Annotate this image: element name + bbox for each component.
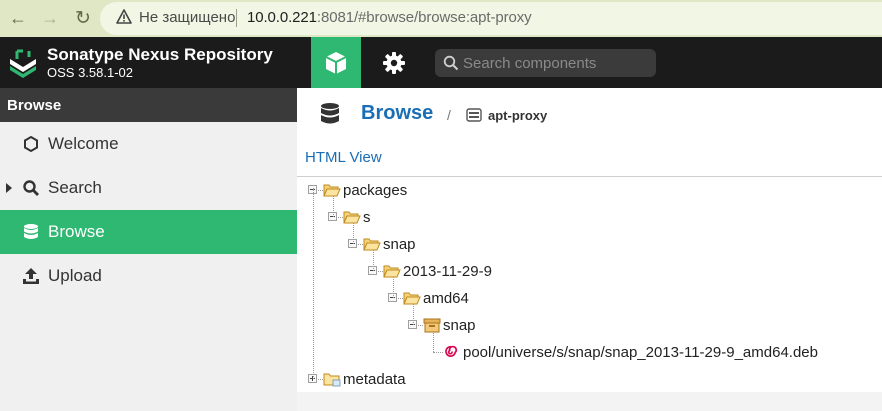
back-arrow-icon[interactable]: ← <box>6 6 30 30</box>
sidebar-item-search[interactable]: Search <box>0 166 297 210</box>
tree-node[interactable]: snap <box>297 234 882 254</box>
search-icon <box>443 55 459 71</box>
tree-node[interactable]: s <box>297 207 882 227</box>
main-panel: Browse / apt-proxy HTML View packages s sn… <box>297 88 882 411</box>
breadcrumb-separator: / <box>447 107 451 123</box>
tree-node-icon <box>343 209 361 230</box>
sidebar-item-label: Browse <box>48 222 105 241</box>
browse-mode-button[interactable] <box>311 37 361 88</box>
sidebar-item-welcome[interactable]: Welcome <box>0 122 297 166</box>
tree-node[interactable]: pool/universe/s/snap/snap_2013-11-29-9_a… <box>297 342 882 362</box>
sidebar-item-browse[interactable]: Browse <box>0 210 297 254</box>
tree-node-label: snap <box>383 236 416 253</box>
folder-icon <box>323 373 341 387</box>
search-box[interactable] <box>435 49 656 77</box>
tree-node[interactable]: 2013-11-29-9 <box>297 261 882 281</box>
tree-node-label: pool/universe/s/snap/snap_2013-11-29-9_a… <box>463 344 818 361</box>
tree-connector-line <box>313 190 314 379</box>
tree-connector-line <box>433 331 434 352</box>
cube-icon <box>325 51 347 74</box>
repository-icon <box>466 108 482 122</box>
tree-node[interactable]: metadata <box>297 369 882 389</box>
breadcrumb-browse-link[interactable]: Browse <box>361 102 433 125</box>
magnifier-icon <box>23 180 39 196</box>
reload-icon[interactable]: ↻ <box>71 6 95 30</box>
upload-icon <box>23 268 39 284</box>
browser-toolbar: ← → ↻ Не защищено 10.0.0.221:8081/#brows… <box>0 0 882 37</box>
tree-node[interactable]: amd64 <box>297 288 882 308</box>
url-text[interactable]: 10.0.0.221:8081/#browse/browse:apt-proxy <box>247 9 532 26</box>
url-path: :8081/#browse/browse:apt-proxy <box>316 9 532 26</box>
header-divider <box>297 176 882 177</box>
html-view-link[interactable]: HTML View <box>305 149 382 166</box>
sidebar-item-label: Upload <box>48 266 102 285</box>
tree-node-label: 2013-11-29-9 <box>403 263 492 280</box>
tree-node-label: snap <box>443 317 476 334</box>
tree-node-icon <box>383 263 401 284</box>
app-name: Sonatype Nexus Repository <box>47 45 273 64</box>
sidebar-item-label: Welcome <box>48 134 119 153</box>
expand-caret-icon[interactable] <box>6 183 12 193</box>
breadcrumb-repository: apt-proxy <box>488 108 548 123</box>
app-header: Sonatype Nexus Repository OSS 3.58.1-02 <box>0 37 882 88</box>
tree-node-label: amd64 <box>423 290 469 307</box>
tree-node-icon <box>323 182 341 203</box>
tree-connector-line <box>353 223 354 244</box>
tree-connector-line <box>373 250 374 271</box>
folder-open-icon <box>383 265 401 278</box>
tree-connector-line <box>393 277 394 298</box>
hexagon-icon <box>24 135 38 153</box>
sonatype-logo-icon[interactable] <box>8 47 38 79</box>
database-icon <box>24 224 38 239</box>
tree-node-icon <box>363 236 381 257</box>
search-input[interactable] <box>463 49 651 77</box>
debian-swirl-icon <box>445 345 458 357</box>
address-divider <box>236 9 237 27</box>
folder-open-icon <box>403 292 421 305</box>
folder-open-icon <box>363 238 381 251</box>
warning-icon[interactable] <box>116 9 132 25</box>
app-version: OSS 3.58.1-02 <box>47 65 133 80</box>
folder-open-icon <box>343 211 361 224</box>
tree-node[interactable]: packages <box>297 180 882 200</box>
tree-footer <box>297 392 882 411</box>
sidebar-item-upload[interactable]: Upload <box>0 254 297 298</box>
tree-node-label: s <box>363 209 371 226</box>
sidebar-item-label: Search <box>48 178 102 197</box>
sidebar: Browse Welcome Search Browse Upload <box>0 88 297 411</box>
database-icon <box>321 103 339 124</box>
tree-connector-line <box>433 352 443 353</box>
tree-node-icon <box>323 371 341 392</box>
sidebar-title: Browse <box>0 88 297 122</box>
tree-node-icon <box>403 290 421 311</box>
folder-open-icon <box>323 184 341 197</box>
component-box-icon <box>423 318 441 333</box>
tree-node-label: packages <box>343 182 408 199</box>
tree-connector-line <box>413 304 414 325</box>
url-host: 10.0.0.221 <box>247 9 317 26</box>
tree-node-label: metadata <box>343 371 406 388</box>
forward-arrow-icon[interactable]: → <box>38 6 62 30</box>
administration-button[interactable] <box>369 37 419 88</box>
security-status[interactable]: Не защищено <box>139 9 235 26</box>
tree-connector-line <box>333 196 334 217</box>
gear-icon <box>383 51 405 74</box>
tree-node-icon <box>423 317 441 338</box>
tree-node-icon <box>443 344 458 364</box>
tree-node[interactable]: snap <box>297 315 882 335</box>
